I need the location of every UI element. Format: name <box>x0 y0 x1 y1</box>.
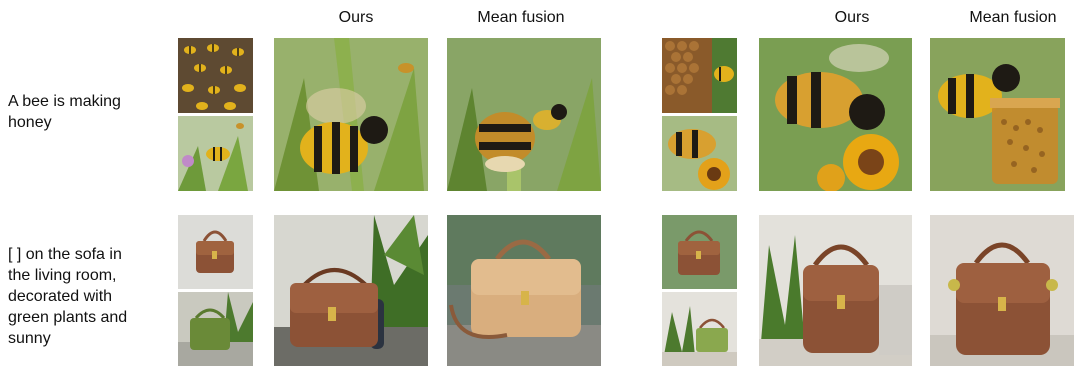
input-image-bee-honeycomb <box>662 38 737 113</box>
input-image-bee-swarm <box>178 38 253 113</box>
prompt-row2-line5: sunny <box>8 330 51 347</box>
mean-fusion-image-bag-right <box>930 215 1074 366</box>
header-right-mean-fusion: Mean fusion <box>969 9 1057 26</box>
mean-fusion-image-bag-left <box>447 215 601 366</box>
header-left-ours: Ours <box>338 9 374 26</box>
prompt-row1-line2: honey <box>8 114 52 131</box>
ours-image-bee-right <box>759 38 912 191</box>
input-image-bag-plants-room <box>662 292 737 366</box>
input-image-bag-green-backdrop <box>662 215 737 289</box>
input-image-green-bag-sofa <box>178 292 253 366</box>
input-image-bee-flower <box>178 116 253 191</box>
prompt-row2-line2: the living room, <box>8 267 117 284</box>
mean-fusion-image-bee-left <box>447 38 601 191</box>
prompt-row1: A bee is making honey <box>8 91 158 133</box>
prompt-row2: [ ] on the sofa in the living room, deco… <box>8 244 158 349</box>
prompt-row2-line3: decorated with <box>8 288 113 305</box>
prompt-row2-line1: [ ] on the sofa in <box>8 246 122 263</box>
header-right-ours: Ours <box>834 9 870 26</box>
header-left-mean-fusion: Mean fusion <box>477 9 565 26</box>
input-image-bee-sunflower <box>662 116 737 191</box>
ours-image-bag-right <box>759 215 912 366</box>
prompt-row1-line1: A bee is making <box>8 93 121 110</box>
ours-image-bag-left <box>274 215 428 366</box>
input-image-bag-plain <box>178 215 253 289</box>
ours-image-bee-left <box>274 38 428 191</box>
prompt-row2-line4: green plants and <box>8 309 128 326</box>
mean-fusion-image-bee-right <box>930 38 1065 191</box>
